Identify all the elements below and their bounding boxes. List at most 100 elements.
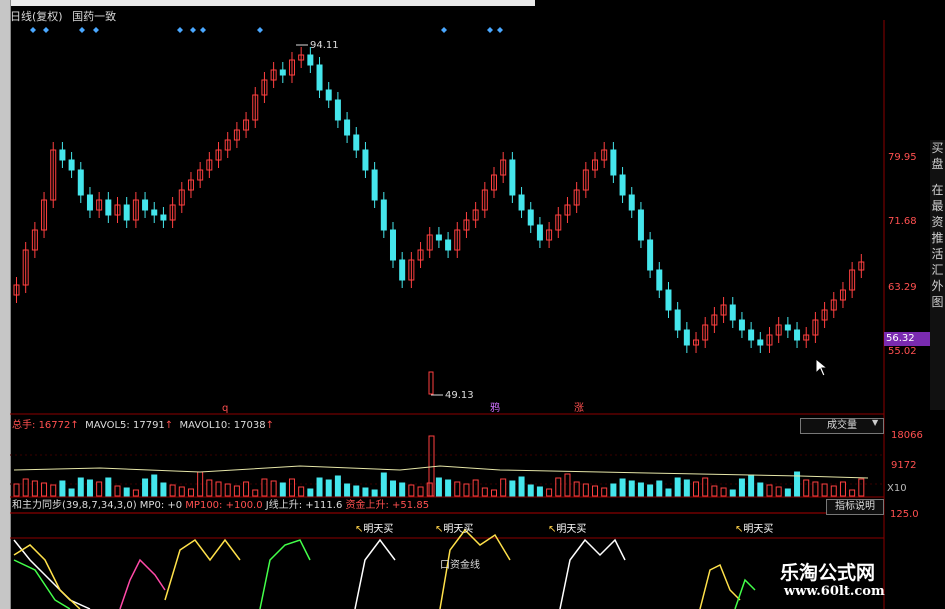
volume-bar (380, 472, 387, 497)
volume-bar (803, 479, 810, 497)
signal-diamond-icon (30, 27, 36, 33)
kline-chart[interactable] (0, 0, 945, 609)
panel-char: 盘 (931, 157, 944, 171)
signal-diamond-icon (190, 27, 196, 33)
mavol10-value: 17038 (233, 420, 266, 431)
volume-bar (601, 487, 608, 497)
candle-body (325, 89, 332, 101)
volume-bar (160, 482, 167, 497)
candle-body (371, 169, 378, 201)
signal-diamond-icon (79, 27, 85, 33)
volume-bar (647, 484, 654, 497)
volume-unit: X10 (887, 483, 907, 494)
mavol-line (13, 465, 869, 479)
panel-char: 在 (931, 183, 944, 197)
buy-signal-label: 明天买 (443, 524, 474, 535)
volume-bar (270, 480, 277, 497)
volume-bar (674, 477, 681, 497)
volume-bar (371, 489, 378, 497)
volume-header: 总手: 16772↑ MAVOL5: 17791↑ MAVOL10: 17038… (12, 420, 274, 431)
candle-body (334, 99, 341, 121)
buy-signal-1: ↖明天买 (355, 524, 394, 535)
indicator-line (164, 538, 241, 601)
candle-body (683, 329, 690, 346)
volume-bar (784, 488, 791, 497)
volume-bar (408, 484, 415, 497)
volume-bar (481, 487, 488, 497)
signal-diamond-icon (441, 27, 447, 33)
volume-bar (582, 483, 589, 497)
volume-bar (206, 479, 213, 497)
buy-signal-3: ↖明天买 (548, 524, 587, 535)
volume-bar (711, 485, 718, 497)
volume-bar (426, 482, 433, 497)
volume-bar (307, 488, 314, 497)
candle-body (536, 224, 543, 241)
candle-body (637, 209, 644, 241)
signal-diamond-icon (487, 27, 493, 33)
indicator-tick: 125.0 (890, 509, 919, 520)
signal-diamond-icon (257, 27, 263, 33)
volume-bar (224, 483, 231, 497)
price-tick-1: 79.95 (888, 152, 917, 163)
buy-signal-label: 明天买 (556, 524, 587, 535)
candle-body (794, 329, 801, 341)
indicator-line (13, 559, 71, 609)
volume-bar (858, 478, 865, 497)
indicator-line (354, 538, 396, 609)
indicator-line (119, 558, 166, 609)
right-info-panel[interactable]: 买 盘 在 最 资 推 活 汇 外 图 (930, 140, 945, 410)
volume-bar (445, 479, 452, 497)
volume-bar (766, 484, 773, 497)
volume-bar (389, 480, 396, 497)
panel-char: 汇 (931, 263, 944, 277)
volume-bar (59, 480, 66, 497)
volume-bar (279, 482, 286, 497)
volume-bar (637, 482, 644, 497)
current-price-badge: 56.32 (884, 332, 932, 346)
volume-bar (518, 476, 525, 497)
indicator-name: 和主力同步 (12, 500, 62, 511)
mavol5-label: MAVOL5: (85, 420, 130, 431)
volume-bar (509, 480, 516, 497)
candle-body (353, 134, 360, 151)
indicator-mp0: MP0: +0 (139, 500, 183, 511)
marker-label-1: 鸦 (490, 403, 500, 414)
candle-body (518, 194, 525, 211)
candle-body (316, 64, 323, 91)
buy-signal-4: ↖明天买 (735, 524, 774, 535)
volume-value: 16772 (38, 420, 71, 431)
mavol10-label: MAVOL10: (179, 420, 231, 431)
candle-body (757, 339, 764, 346)
volume-bar (77, 477, 84, 497)
volume-bar (592, 485, 599, 497)
volume-bar (564, 473, 571, 497)
candle-body (665, 289, 672, 311)
indicator-jline: J线上升: +111.6 (265, 500, 343, 511)
buy-signal-label: 明天买 (363, 524, 394, 535)
signal-diamond-icon (177, 27, 183, 33)
volume-bar (849, 489, 856, 497)
volume-bar (830, 485, 837, 497)
volume-bar (31, 480, 38, 497)
candle-body (77, 169, 84, 196)
volume-spike-bar (428, 435, 435, 497)
candle-body (610, 149, 617, 176)
volume-bar (775, 486, 782, 497)
volume-bar (22, 478, 29, 497)
volume-bar (748, 474, 755, 497)
mavol5-value: 17791 (132, 420, 165, 431)
indicator-line (259, 539, 311, 609)
indicator-bottom-text: 口资金线 (440, 560, 480, 571)
signal-diamond-icon (497, 27, 503, 33)
candle-body (389, 229, 396, 261)
chevron-down-icon[interactable]: ▼ (872, 418, 878, 427)
volume-bar (151, 474, 158, 497)
signal-diamond-icon (200, 27, 206, 33)
indicator-help-button[interactable]: 指标说明 (826, 499, 884, 515)
volume-bar (665, 488, 672, 497)
volume-bar (105, 477, 112, 497)
volume-tick-2: 9172 (891, 460, 917, 471)
volume-bar (546, 488, 553, 497)
volume-bar (729, 489, 736, 497)
